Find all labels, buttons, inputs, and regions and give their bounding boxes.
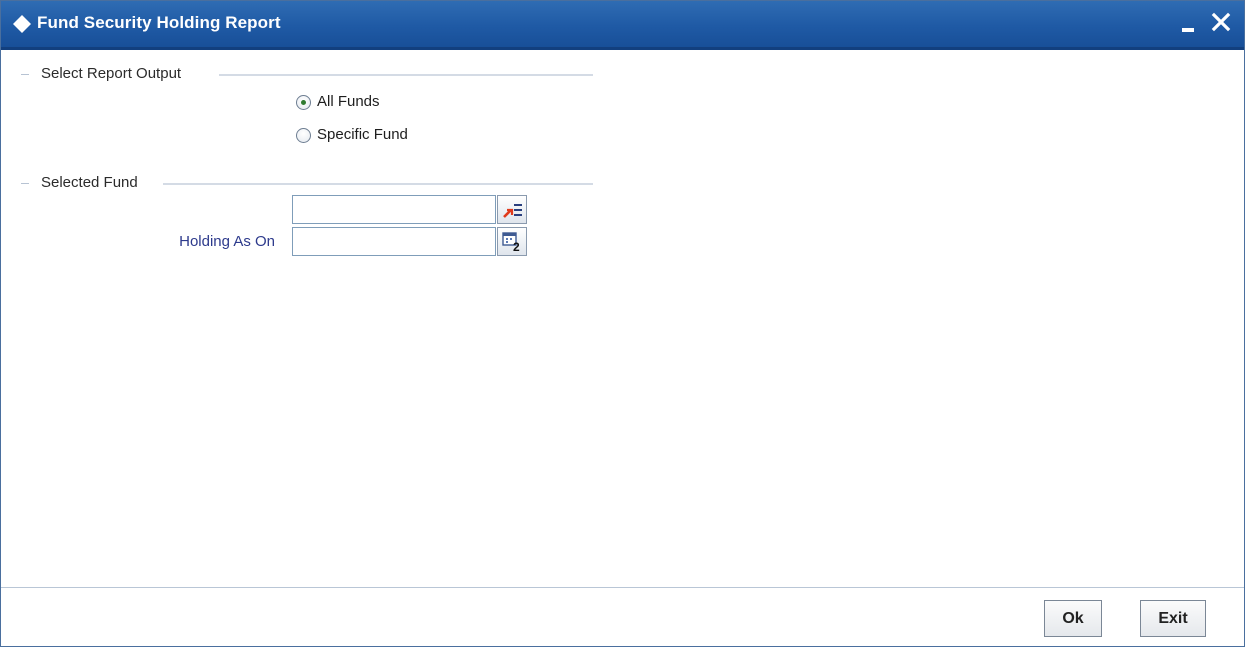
section-rule [219,74,593,76]
fund-input[interactable] [292,195,496,224]
report-output-section-heading: Select Report Output [21,65,593,85]
close-icon[interactable] [1206,7,1236,37]
section-dash [21,74,29,75]
section-rule [163,183,593,185]
radio-specific-fund[interactable]: Specific Fund [296,126,446,148]
radio-button-unchecked[interactable] [296,128,311,143]
radio-button-checked[interactable] [296,95,311,110]
exit-button[interactable]: Exit [1140,600,1206,637]
report-window: Fund Security Holding Report Select Repo… [0,0,1245,647]
holding-as-on-input[interactable] [292,227,496,256]
section-dash [21,183,29,184]
radio-all-funds[interactable]: All Funds [296,93,426,115]
radio-label-all-funds: All Funds [317,93,380,110]
section-title: Selected Fund [41,174,138,191]
list-lookup-glyph [503,204,522,218]
diamond-icon [13,15,31,33]
selected-fund-section-heading: Selected Fund [21,174,593,194]
footer-bar: Ok Exit [1,587,1244,646]
window-title: Fund Security Holding Report [37,13,281,32]
calendar-glyph: 2 [502,232,520,254]
radio-label-specific-fund: Specific Fund [317,126,408,143]
svg-text:2: 2 [513,240,520,254]
title-bar: Fund Security Holding Report [1,1,1244,50]
ok-button[interactable]: Ok [1044,600,1102,637]
list-lookup-icon[interactable] [497,195,527,224]
minimize-icon[interactable] [1182,28,1194,32]
holding-as-on-label: Holding As On [179,233,275,250]
calendar-icon[interactable]: 2 [497,227,527,256]
section-title: Select Report Output [41,65,182,82]
